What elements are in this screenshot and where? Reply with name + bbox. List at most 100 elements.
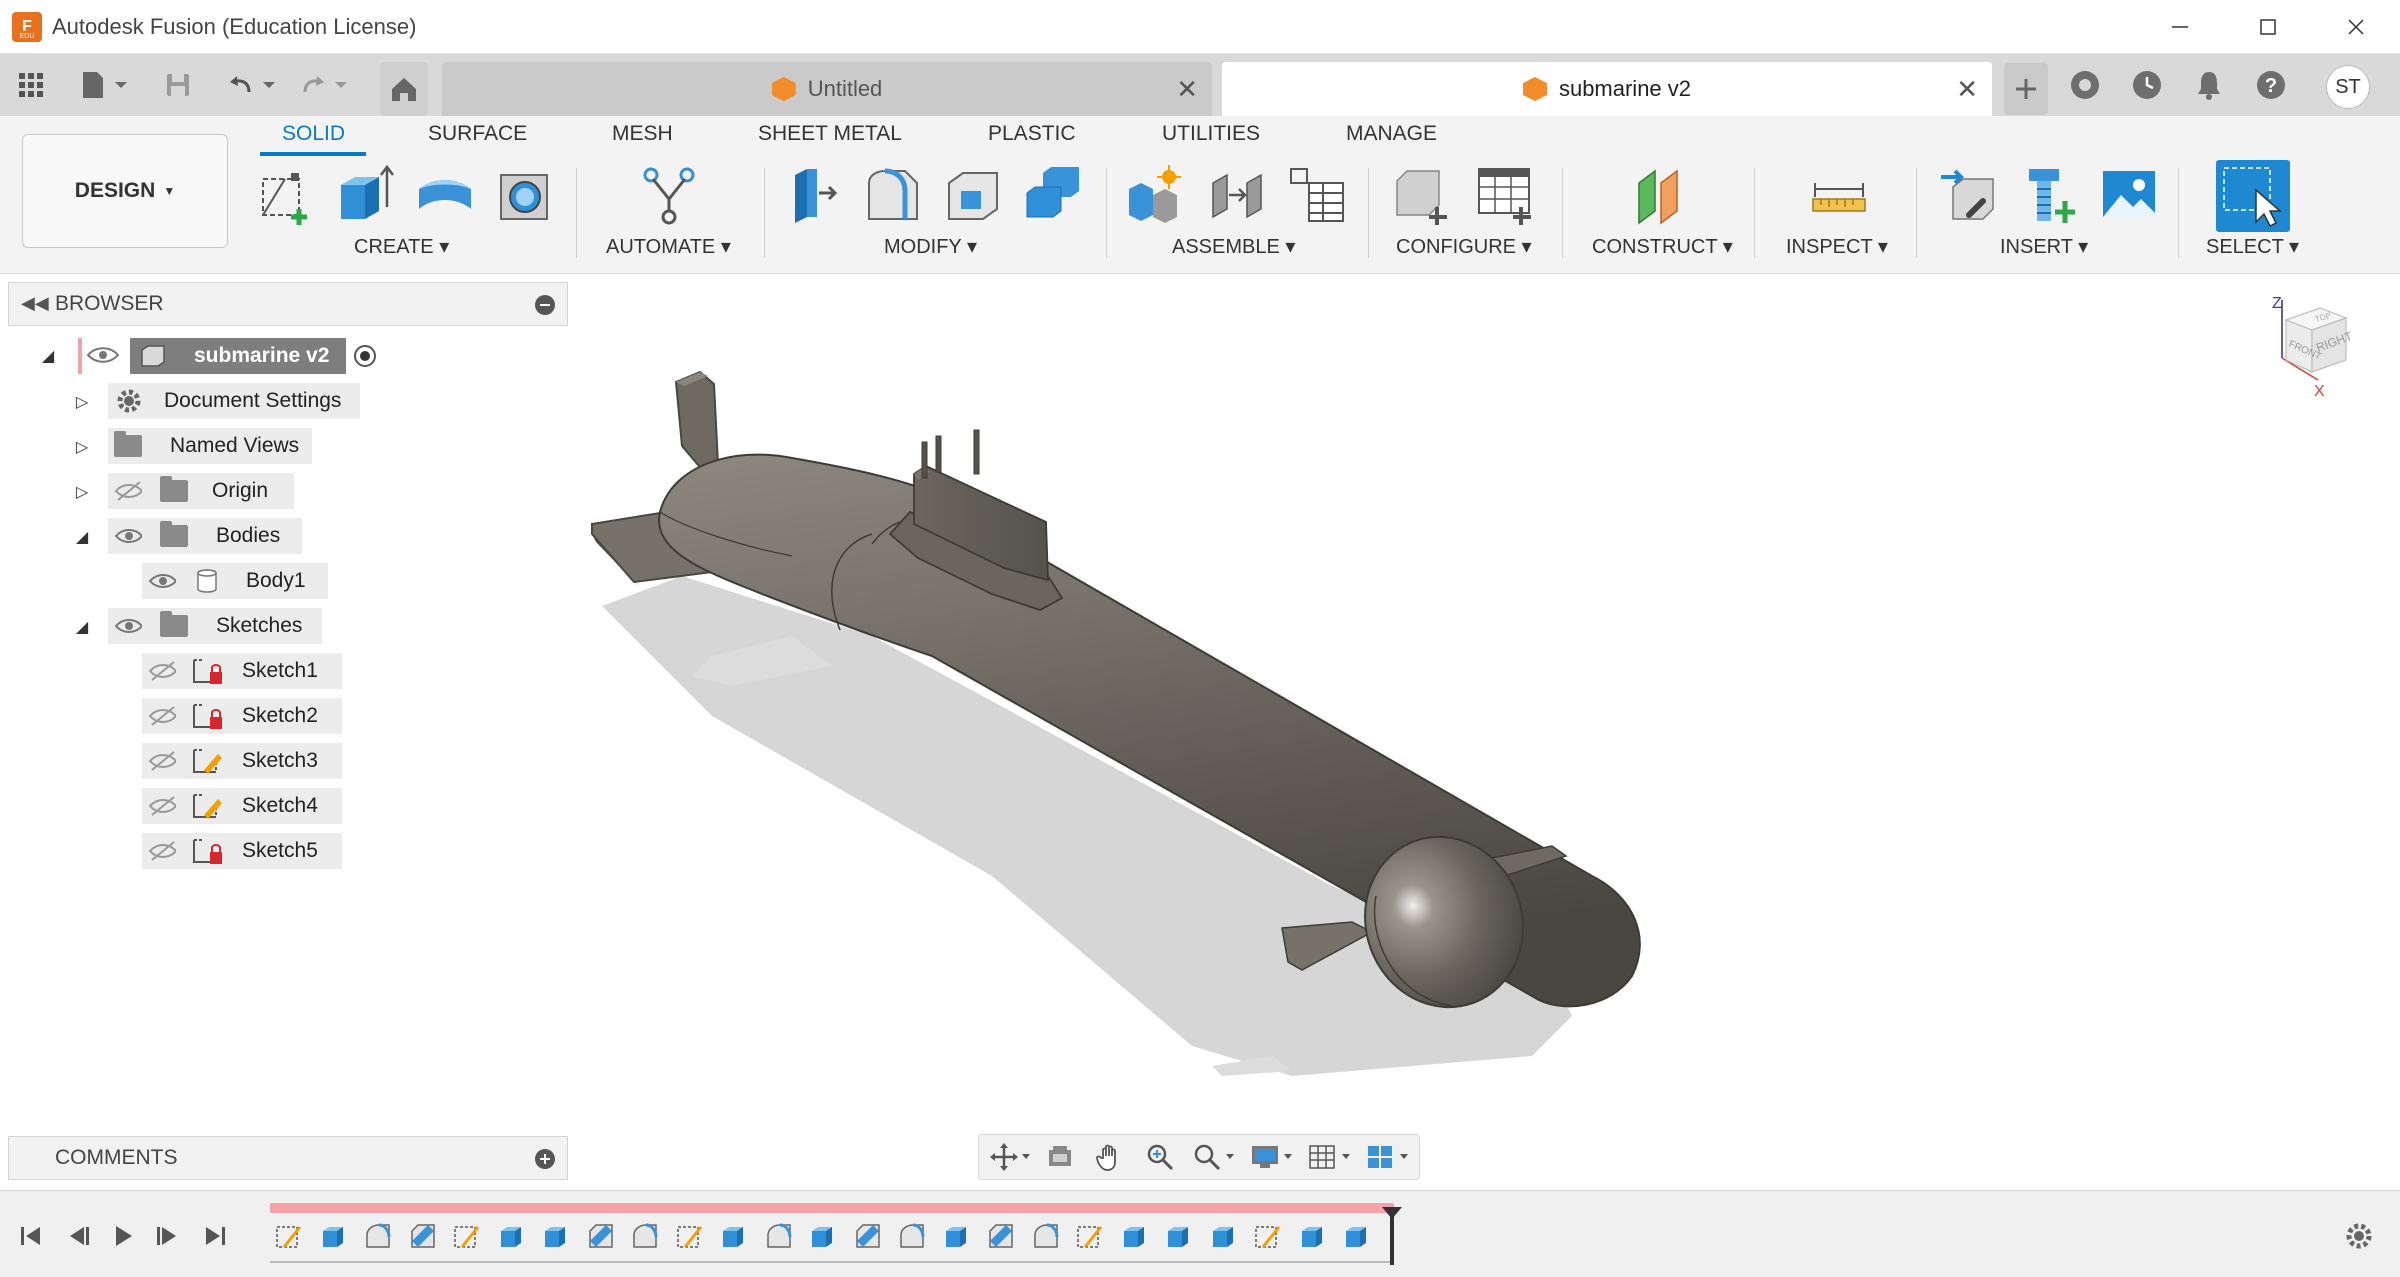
eye-hidden-icon[interactable] xyxy=(148,796,176,816)
go-to-end-button[interactable] xyxy=(198,1219,232,1253)
insert-mcmaster-button[interactable] xyxy=(2018,164,2080,226)
viewports-button[interactable] xyxy=(1361,1137,1415,1177)
joint-button[interactable] xyxy=(1206,164,1268,226)
tab-plastic[interactable]: PLASTIC xyxy=(988,122,1076,146)
shell-button[interactable] xyxy=(942,164,1004,226)
redo-button[interactable] xyxy=(294,64,354,106)
insert-derive-button[interactable] xyxy=(1938,164,2000,226)
timeline-feature-extrude[interactable] xyxy=(1340,1219,1374,1253)
hole-button[interactable] xyxy=(494,164,556,226)
extrude-button[interactable] xyxy=(334,164,396,226)
select-button[interactable] xyxy=(2216,160,2290,232)
tree-item-bodies[interactable]: Bodies xyxy=(108,518,302,554)
timeline-feature-fillet[interactable] xyxy=(406,1219,440,1253)
collapsed-triangle-icon[interactable]: ▷ xyxy=(72,437,92,457)
workspace-switcher[interactable]: DESIGN ▼ xyxy=(22,134,228,248)
timeline-feature-extrude[interactable] xyxy=(1296,1219,1330,1253)
close-window-button[interactable] xyxy=(2312,0,2400,54)
group-insert[interactable]: INSERT ▾ xyxy=(2000,234,2088,259)
tree-item-body1[interactable]: Body1 xyxy=(142,563,328,599)
tab-close-button[interactable]: ✕ xyxy=(1956,74,1978,105)
activate-radio[interactable] xyxy=(352,343,378,374)
tree-item-sketch2[interactable]: Sketch2 xyxy=(142,698,342,734)
timeline-feature-fillet[interactable] xyxy=(584,1219,618,1253)
timeline-feature-sketch[interactable] xyxy=(1251,1219,1285,1253)
eye-icon[interactable] xyxy=(148,571,176,591)
notifications-button[interactable] xyxy=(2188,64,2230,106)
new-component-button[interactable] xyxy=(1124,164,1186,226)
timeline-feature-extrude[interactable] xyxy=(1162,1219,1196,1253)
configuration-table-button[interactable] xyxy=(1474,164,1536,226)
tab-utilities[interactable]: UTILITIES xyxy=(1162,122,1260,146)
create-sketch-button[interactable] xyxy=(254,164,316,226)
display-settings-button[interactable] xyxy=(1245,1137,1299,1177)
step-forward-button[interactable] xyxy=(152,1219,186,1253)
timeline-feature-revolve[interactable] xyxy=(895,1219,929,1253)
file-menu-button[interactable] xyxy=(74,64,134,106)
configure-button[interactable] xyxy=(1392,164,1454,226)
expanded-triangle-icon[interactable]: ◢ xyxy=(38,346,58,366)
submarine-model[interactable] xyxy=(572,276,2400,1188)
timeline-marker[interactable] xyxy=(1382,1207,1402,1265)
press-pull-button[interactable] xyxy=(782,164,844,226)
collapsed-triangle-icon[interactable]: ▷ xyxy=(72,482,92,502)
eye-hidden-icon[interactable] xyxy=(148,706,176,726)
tree-item-sketch1[interactable]: Sketch1 xyxy=(142,653,342,689)
fillet-button[interactable] xyxy=(862,164,924,226)
user-avatar[interactable]: ST xyxy=(2326,65,2370,109)
timeline-feature-extrude[interactable] xyxy=(495,1219,529,1253)
tree-root-node[interactable]: submarine v2 xyxy=(130,338,346,374)
orbit-button[interactable] xyxy=(987,1137,1033,1177)
timeline-feature-extrude[interactable] xyxy=(940,1219,974,1253)
minimize-button[interactable] xyxy=(2136,0,2224,54)
tab-surface[interactable]: SURFACE xyxy=(428,122,527,146)
go-to-start-button[interactable] xyxy=(14,1219,48,1253)
maximize-button[interactable] xyxy=(2224,0,2312,54)
home-button[interactable] xyxy=(380,62,428,116)
tree-item-sketch5[interactable]: Sketch5 xyxy=(142,833,342,869)
save-button[interactable] xyxy=(158,64,198,106)
tab-submarine[interactable]: submarine v2 ✕ xyxy=(1222,62,1992,116)
tab-manage[interactable]: MANAGE xyxy=(1346,122,1437,146)
expanded-triangle-icon[interactable]: ◢ xyxy=(72,617,92,637)
tree-item-document-settings[interactable]: Document Settings xyxy=(108,383,360,419)
play-button[interactable] xyxy=(106,1219,140,1253)
eye-hidden-icon[interactable] xyxy=(148,661,176,681)
timeline-feature-revolve[interactable] xyxy=(628,1219,662,1253)
offset-plane-button[interactable] xyxy=(1630,164,1692,226)
eye-icon[interactable] xyxy=(114,616,142,636)
timeline-feature-sketch[interactable] xyxy=(272,1219,306,1253)
tree-item-sketches[interactable]: Sketches xyxy=(108,608,322,644)
tree-item-named-views[interactable]: Named Views xyxy=(108,428,312,464)
zoom-button[interactable] xyxy=(1137,1137,1183,1177)
eye-hidden-icon[interactable] xyxy=(114,481,142,501)
timeline-settings-button[interactable] xyxy=(2342,1219,2376,1253)
group-modify[interactable]: MODIFY ▾ xyxy=(884,234,977,259)
new-tab-button[interactable] xyxy=(2004,63,2048,115)
tab-sheet-metal[interactable]: SHEET METAL xyxy=(758,122,902,146)
timeline-feature-revolve[interactable] xyxy=(361,1219,395,1253)
minimize-panel-icon[interactable] xyxy=(535,295,555,315)
undo-button[interactable] xyxy=(222,64,282,106)
automate-button[interactable] xyxy=(638,164,700,226)
insert-canvas-button[interactable] xyxy=(2098,164,2160,226)
expanded-triangle-icon[interactable]: ◢ xyxy=(72,527,92,547)
timeline-feature-sketch[interactable] xyxy=(450,1219,484,1253)
step-back-button[interactable] xyxy=(60,1219,94,1253)
eye-hidden-icon[interactable] xyxy=(148,841,176,861)
timeline-feature-extrude[interactable] xyxy=(1118,1219,1152,1253)
3d-viewport[interactable]: Z X TOP FRONT RIGHT xyxy=(572,276,2400,1188)
add-comment-icon[interactable] xyxy=(535,1149,555,1169)
root-eye-icon[interactable] xyxy=(86,344,120,371)
pan-button[interactable] xyxy=(1087,1137,1133,1177)
eye-icon[interactable] xyxy=(114,526,142,546)
group-automate[interactable]: AUTOMATE ▾ xyxy=(606,234,731,259)
tab-mesh[interactable]: MESH xyxy=(612,122,673,146)
eye-hidden-icon[interactable] xyxy=(148,751,176,771)
tree-item-sketch3[interactable]: Sketch3 xyxy=(142,743,342,779)
viewcube[interactable]: Z X TOP FRONT RIGHT xyxy=(2258,296,2368,406)
timeline-feature-extrude[interactable] xyxy=(539,1219,573,1253)
job-status-button[interactable] xyxy=(2126,64,2168,106)
tree-item-origin[interactable]: Origin xyxy=(108,473,294,509)
group-assemble[interactable]: ASSEMBLE ▾ xyxy=(1172,234,1295,259)
